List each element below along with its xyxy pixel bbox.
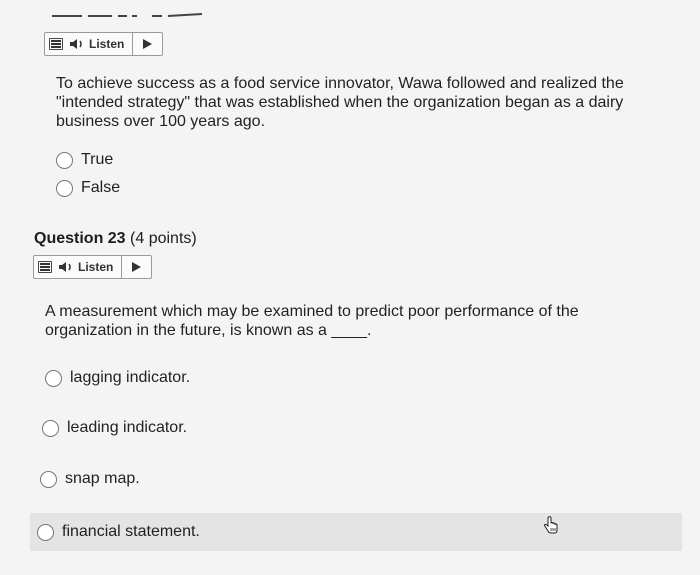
- listen-label: Listen: [89, 37, 125, 51]
- listen-label: Listen: [78, 260, 114, 274]
- option-label: False: [81, 179, 121, 196]
- option-label: True: [81, 151, 114, 168]
- radio-button[interactable]: [37, 523, 54, 541]
- play-icon[interactable]: [143, 39, 153, 49]
- option-label: leading indicator.: [67, 419, 188, 436]
- option-label: lagging indicator.: [70, 369, 191, 386]
- play-icon[interactable]: [132, 262, 142, 272]
- question-number: Question 23: [34, 230, 126, 247]
- radio-button[interactable]: [56, 151, 73, 169]
- listen-divider: [121, 256, 123, 278]
- question-22-text: To achieve success as a food service inn…: [56, 75, 624, 130]
- radio-button[interactable]: [42, 419, 59, 437]
- question-23-heading: Question 23 (4 points): [34, 230, 197, 248]
- question-points: (4 points): [130, 230, 197, 247]
- option-financial-statement[interactable]: financial statement.: [37, 523, 200, 541]
- listen-player-q22[interactable]: Listen: [44, 32, 164, 56]
- speaker-icon: [59, 262, 71, 272]
- menu-icon[interactable]: [38, 261, 52, 273]
- hand-cursor-icon: [543, 516, 558, 534]
- option-label: snap map.: [65, 470, 140, 487]
- option-leading-indicator[interactable]: leading indicator.: [42, 419, 187, 437]
- option-true[interactable]: True: [56, 151, 113, 169]
- radio-button[interactable]: [40, 470, 57, 488]
- listen-divider: [132, 33, 134, 55]
- menu-icon[interactable]: [49, 38, 63, 50]
- speaker-icon: [70, 39, 82, 49]
- radio-button[interactable]: [45, 369, 62, 387]
- option-lagging-indicator[interactable]: lagging indicator.: [45, 369, 190, 387]
- cut-off-heading-fragment: [52, 13, 203, 17]
- cut-off-heading: [52, 8, 212, 20]
- listen-player-q23[interactable]: Listen: [33, 255, 153, 279]
- question-23-text: A measurement which may be examined to p…: [45, 303, 579, 339]
- radio-button[interactable]: [56, 179, 73, 197]
- option-label: financial statement.: [62, 523, 200, 540]
- option-snap-map[interactable]: snap map.: [40, 470, 140, 488]
- option-false[interactable]: False: [56, 179, 120, 197]
